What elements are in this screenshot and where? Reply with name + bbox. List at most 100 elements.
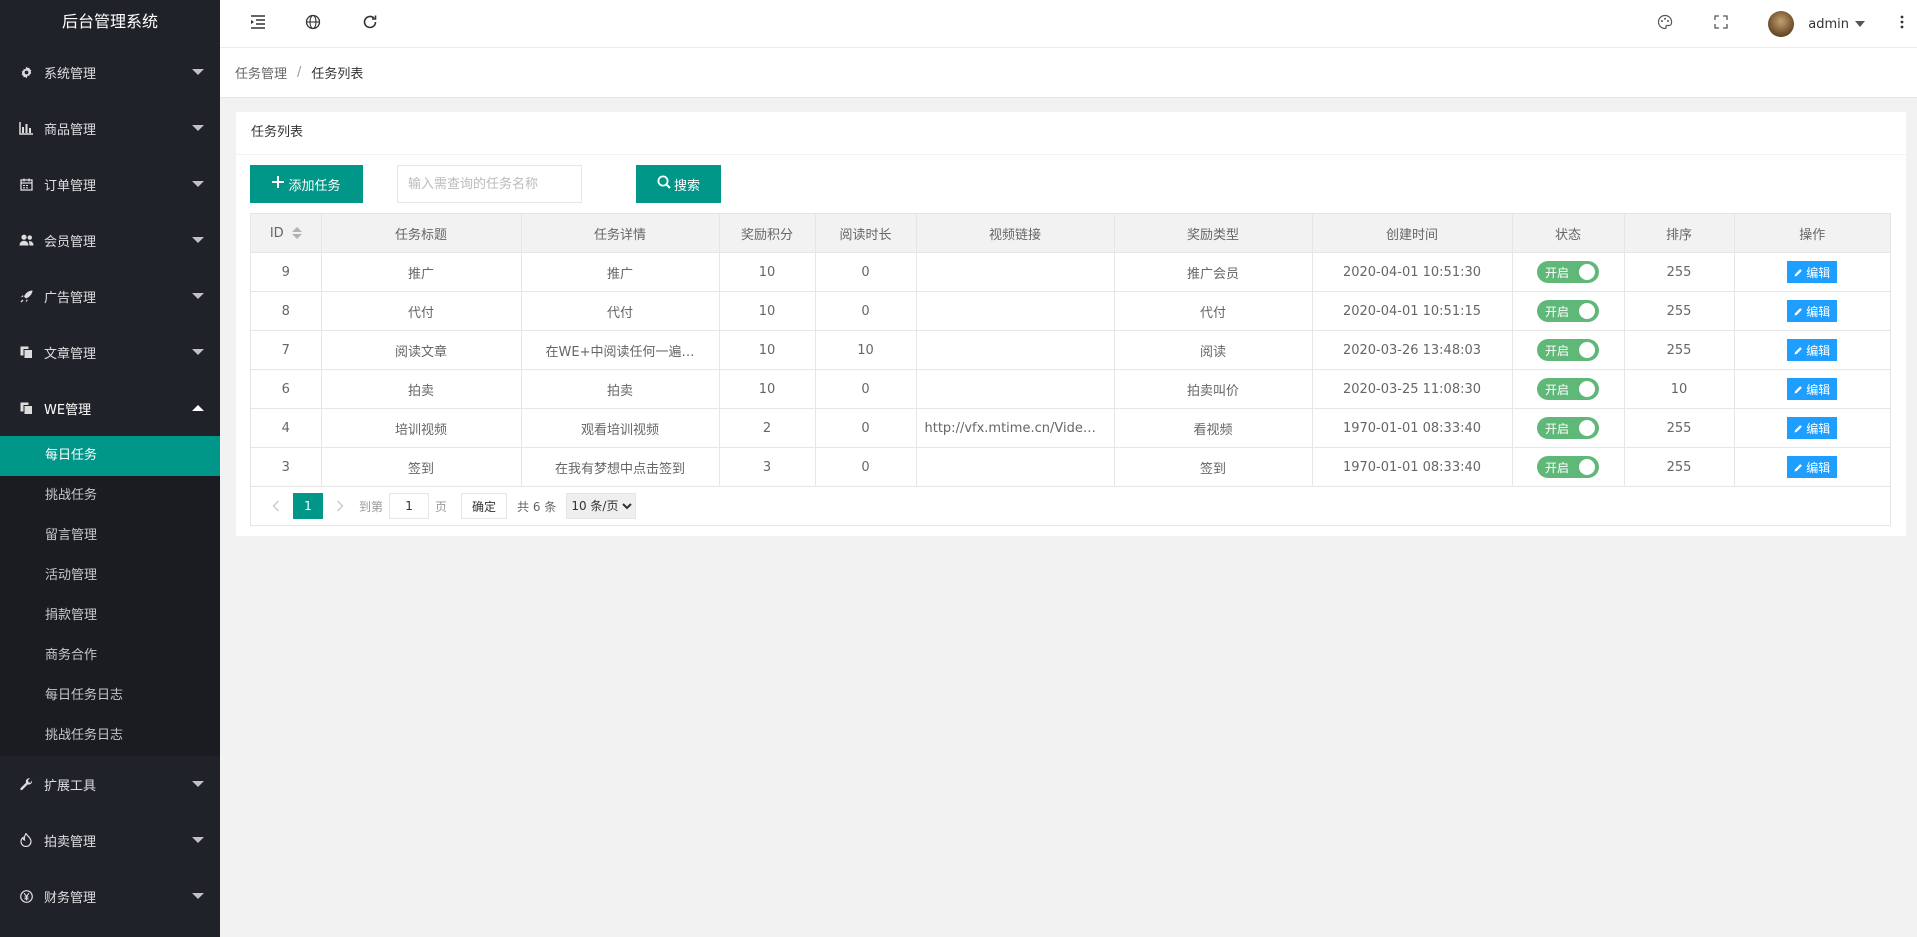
column-header-label: 任务详情 <box>593 227 646 243</box>
user-name: admin <box>1808 16 1849 32</box>
sidebar-subitem[interactable]: 挑战任务日志 <box>0 716 220 756</box>
theme-button[interactable] <box>1645 0 1685 48</box>
status-switch[interactable]: 开启 <box>1537 300 1599 322</box>
cell-points: 10 <box>719 291 816 331</box>
chevron-down-icon <box>192 125 204 131</box>
status-switch[interactable]: 开启 <box>1537 456 1599 478</box>
cell-title: 推广 <box>321 252 522 292</box>
edit-button[interactable]: 编辑 <box>1787 417 1838 439</box>
top-header: admin <box>220 0 1917 48</box>
sort-icon[interactable] <box>291 226 302 240</box>
cell-title: 拍卖 <box>321 369 522 409</box>
status-switch[interactable]: 开启 <box>1537 261 1599 283</box>
edit-button[interactable]: 编辑 <box>1787 300 1838 322</box>
sidebar-item-2[interactable]: 订单管理 <box>0 156 220 212</box>
status-switch[interactable]: 开启 <box>1537 417 1599 439</box>
column-header: 排序 <box>1624 214 1735 253</box>
edit-icon <box>1794 307 1803 316</box>
palette-icon <box>1657 14 1673 34</box>
plus-icon <box>272 176 285 192</box>
indent-icon <box>250 15 266 33</box>
edit-button[interactable]: 编辑 <box>1787 261 1838 283</box>
goto-label: 到第 <box>359 499 384 514</box>
more-button[interactable] <box>1887 0 1917 48</box>
edit-label: 编辑 <box>1806 304 1831 319</box>
cell-detail: 拍卖 <box>521 369 720 409</box>
fullscreen-icon <box>1714 15 1728 33</box>
search-input[interactable] <box>397 165 582 203</box>
sidebar-subitem[interactable]: 每日任务 <box>0 436 220 476</box>
column-header-label: 排序 <box>1665 227 1692 243</box>
menu-toggle-button[interactable] <box>238 0 278 48</box>
cell-title: 阅读文章 <box>321 330 522 370</box>
switch-knob <box>1579 381 1595 397</box>
sidebar-item-8[interactable]: 拍卖管理 <box>0 812 220 868</box>
column-header-label: 任务标题 <box>394 227 447 243</box>
cell-sort: 255 <box>1624 252 1735 292</box>
status-switch[interactable]: 开启 <box>1537 378 1599 400</box>
sidebar-item-label: 文章管理 <box>44 346 97 362</box>
sidebar-subitem[interactable]: 留言管理 <box>0 516 220 556</box>
sidebar-item-4[interactable]: 广告管理 <box>0 268 220 324</box>
table-row: 3 签到 在我有梦想中点击签到 3 0 签到 1970-01-01 08:33:40 开启 25… <box>251 447 1890 487</box>
prev-page-button[interactable] <box>263 493 289 519</box>
sidebar-item-0[interactable]: 系统管理 <box>0 44 220 100</box>
sidebar-subitem[interactable]: 捐款管理 <box>0 596 220 636</box>
table-row: 9 推广 推广 10 0 推广会员 2020-04-01 10:51:30 开启 255 编辑 <box>251 252 1890 292</box>
goto-confirm-button[interactable]: 确定 <box>461 493 508 519</box>
sidebar-item-9[interactable]: 财务管理 <box>0 868 220 924</box>
column-header: 任务详情 <box>521 214 720 253</box>
avatar <box>1768 11 1795 37</box>
goto-page-input[interactable] <box>389 493 430 519</box>
breadcrumb-separator: / <box>297 65 302 80</box>
calendar-icon <box>18 176 34 192</box>
refresh-button[interactable] <box>350 0 390 48</box>
sidebar-item-label: 会员管理 <box>44 234 97 250</box>
cell-points: 3 <box>719 447 816 487</box>
status-switch[interactable]: 开启 <box>1537 339 1599 361</box>
gear-icon <box>18 64 34 80</box>
sidebar-item-6[interactable]: WE管理 <box>0 380 220 436</box>
add-task-button[interactable]: 添加任务 <box>250 165 363 203</box>
sidebar-item-5[interactable]: 文章管理 <box>0 324 220 380</box>
cell-detail: 代付 <box>521 291 720 331</box>
sidebar-item-1[interactable]: 商品管理 <box>0 100 220 156</box>
edit-button[interactable]: 编辑 <box>1787 456 1838 478</box>
sidebar-subitem[interactable]: 活动管理 <box>0 556 220 596</box>
column-header-label: 奖励类型 <box>1186 227 1239 243</box>
cell-title: 签到 <box>321 447 522 487</box>
users-icon <box>18 232 34 248</box>
cell-points: 10 <box>719 330 816 370</box>
sidebar-subitem[interactable]: 每日任务日志 <box>0 676 220 716</box>
cell-points: 2 <box>719 408 816 448</box>
table-body: 9 推广 推广 10 0 推广会员 2020-04-01 10:51:30 开启 255 编辑 8 代… <box>251 252 1890 487</box>
table-header-row: ID 任务标题 任务详情 奖励积分 阅读时长 视频链接 奖励类型 创建时间 状态 排序 操作 <box>251 214 1890 253</box>
search-icon <box>657 175 671 193</box>
page-size-select[interactable]: 10 条/页 <box>566 493 637 519</box>
table-row: 4 培训视频 观看培训视频 2 0 http://vfx.mtime.cn/Vide… 看视… <box>251 408 1890 448</box>
search-button[interactable]: 搜索 <box>636 165 721 203</box>
cell-title: 培训视频 <box>321 408 522 448</box>
cell-created: 2020-03-26 13:48:03 <box>1312 330 1513 370</box>
chevron-down-icon <box>192 181 204 187</box>
breadcrumb-parent[interactable]: 任务管理 <box>235 63 287 82</box>
chevron-down-icon <box>192 781 204 787</box>
chevron-down-icon <box>192 349 204 355</box>
page-1-button[interactable]: 1 <box>293 493 323 519</box>
cell-video <box>916 330 1115 370</box>
edit-button[interactable]: 编辑 <box>1787 378 1838 400</box>
sidebar-item-7[interactable]: 扩展工具 <box>0 756 220 812</box>
cell-points: 10 <box>719 252 816 292</box>
chevron-down-icon <box>192 293 204 299</box>
edit-icon <box>1794 385 1803 394</box>
sidebar-subitem[interactable]: 商务合作 <box>0 636 220 676</box>
website-button[interactable] <box>293 0 333 48</box>
user-menu[interactable]: admin <box>1768 0 1865 48</box>
sidebar-subitem[interactable]: 挑战任务 <box>0 476 220 516</box>
next-page-button[interactable] <box>327 493 353 519</box>
edit-button[interactable]: 编辑 <box>1787 339 1838 361</box>
sidebar-item-3[interactable]: 会员管理 <box>0 212 220 268</box>
breadcrumb-current: 任务列表 <box>311 67 364 82</box>
column-header[interactable]: ID <box>251 214 322 253</box>
fullscreen-button[interactable] <box>1701 0 1741 48</box>
